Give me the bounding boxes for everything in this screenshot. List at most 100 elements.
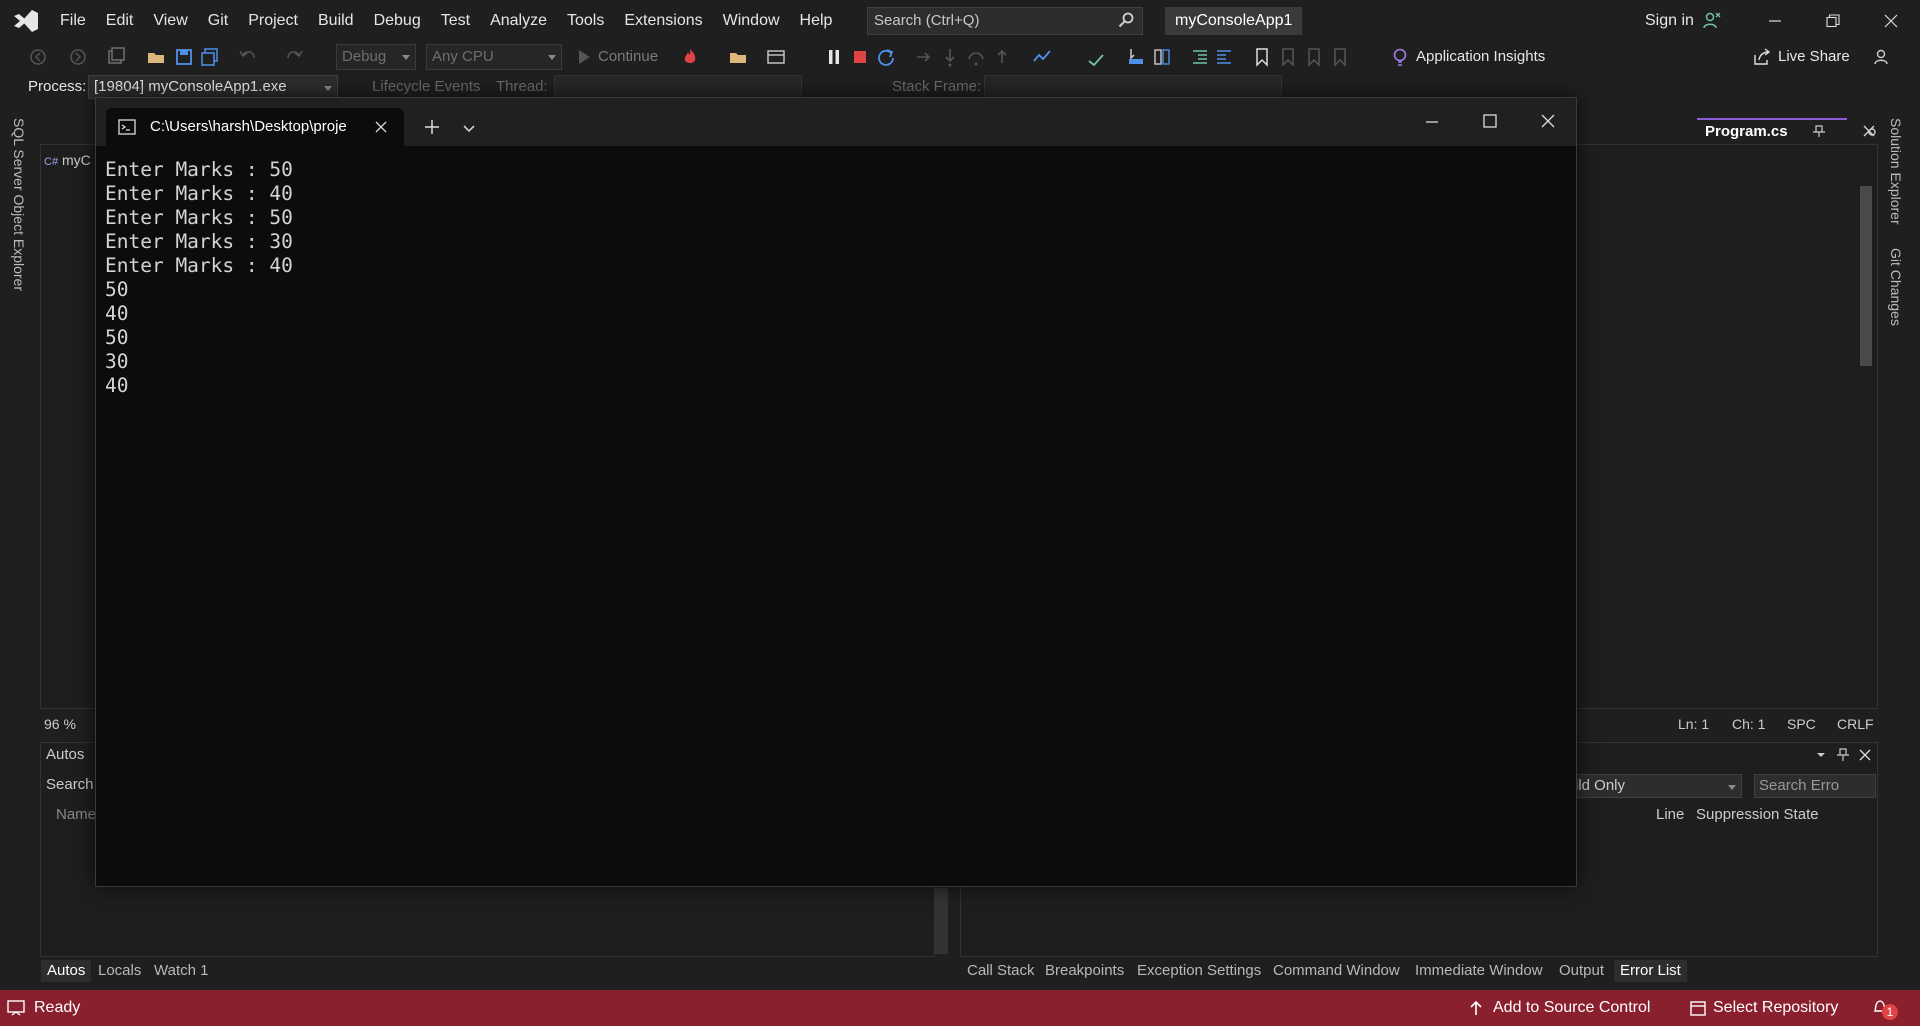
tab-exception-settings[interactable]: Exception Settings [1137,960,1261,982]
settings-gear-icon[interactable] [1864,124,1880,140]
navigate-forward-icon[interactable] [68,47,88,67]
outdent-icon[interactable] [1214,47,1234,67]
thread-select[interactable] [554,75,802,99]
undo-icon[interactable] [238,47,258,67]
terminal-minimize-icon[interactable] [1424,114,1440,130]
autos-search-label[interactable]: Search [46,776,94,793]
select-repository-button[interactable]: Select Repository [1713,990,1838,1026]
line-column-header[interactable]: Line [1656,806,1684,823]
pane-dropdown-icon[interactable] [1814,748,1828,762]
autos-name-column-header[interactable]: Name [56,806,96,823]
tab-dropdown-chevron-down-icon[interactable] [462,121,476,135]
layout-icon[interactable] [766,47,786,67]
solution-configuration-select[interactable]: Debug [336,44,416,70]
menu-test[interactable]: Test [431,0,480,42]
save-all-icon[interactable] [200,47,220,67]
process-select[interactable]: [19804] myConsoleApp1.exe [88,75,338,99]
search-input[interactable]: Search (Ctrl+Q) [867,7,1143,35]
stack-frame-select[interactable] [984,75,1282,99]
continue-button-label[interactable]: Continue [598,44,658,70]
menu-analyze[interactable]: Analyze [480,0,557,42]
tab-immediate-window[interactable]: Immediate Window [1415,960,1543,982]
menu-file[interactable]: File [50,0,96,42]
save-icon[interactable] [174,47,194,67]
autos-scrollbar[interactable] [934,888,948,954]
diagnostic-tools-icon[interactable] [1032,47,1052,67]
menu-build[interactable]: Build [308,0,364,42]
zoom-level[interactable]: 96 % [44,714,76,734]
break-all-pause-icon[interactable] [824,47,844,67]
tab-locals[interactable]: Locals [98,960,141,982]
show-next-statement-icon[interactable] [914,47,934,67]
navigate-back-icon[interactable] [28,47,48,67]
account-person-icon[interactable] [1702,11,1722,31]
step-out-icon[interactable] [992,47,1012,67]
close-button[interactable] [1862,0,1920,42]
menu-debug[interactable]: Debug [364,0,431,42]
git-changes-tab[interactable]: Git Changes [1888,248,1904,326]
tab-autos[interactable]: Autos [41,960,92,982]
menu-help[interactable]: Help [790,0,843,42]
sql-server-object-explorer-tab[interactable]: SQL Server Object Explorer [11,118,27,291]
solution-explorer-tab[interactable]: Solution Explorer [1888,118,1904,225]
terminal-maximize-icon[interactable] [1482,113,1498,129]
tab-error-list[interactable]: Error List [1614,960,1687,982]
lifecycle-events-dropdown[interactable]: Lifecycle Events [372,76,480,98]
tab-command-window[interactable]: Command Window [1273,960,1400,982]
menu-edit[interactable]: Edit [96,0,144,42]
pane-pin-icon[interactable] [1836,748,1850,762]
error-list-search-input[interactable]: Search Erro [1754,774,1876,798]
error-list-filter-select[interactable]: ild Only [1570,774,1742,798]
clear-bookmarks-icon[interactable] [1330,47,1350,67]
minimize-button[interactable] [1746,0,1804,42]
open-folder-toolbar-icon[interactable] [728,47,748,67]
bookmark-icon[interactable] [1252,47,1272,67]
feedback-person-icon[interactable] [1872,47,1892,67]
open-folder-icon[interactable] [146,47,166,67]
new-project-icon[interactable] [106,47,126,67]
terminal-tab-close-icon[interactable] [374,120,388,134]
toggle-cursor-icon[interactable] [1126,47,1146,67]
sign-in-link[interactable]: Sign in [1645,0,1694,42]
spell-check-icon[interactable] [1086,47,1106,67]
line-ending[interactable]: CRLF [1837,714,1874,734]
editor-vertical-scrollbar[interactable] [1860,186,1872,366]
tab-call-stack[interactable]: Call Stack [967,960,1035,982]
live-share-icon[interactable] [1752,47,1772,67]
menu-git[interactable]: Git [198,0,238,42]
redo-icon[interactable] [284,47,304,67]
whitespace-mode[interactable]: SPC [1787,714,1816,734]
solution-name-badge: myConsoleApp1 [1165,7,1303,35]
restart-icon[interactable] [876,47,896,67]
terminal-line: 50 [105,326,129,349]
previous-bookmark-icon[interactable] [1278,47,1298,67]
menu-project[interactable]: Project [238,0,308,42]
add-to-source-control-button[interactable]: Add to Source Control [1493,990,1650,1026]
restore-button[interactable] [1804,0,1862,42]
hot-reload-flame-icon[interactable] [680,47,700,67]
stop-debugging-icon[interactable] [850,47,870,67]
menu-tools[interactable]: Tools [557,0,614,42]
menu-view[interactable]: View [143,0,197,42]
pin-tab-icon[interactable] [1812,124,1826,138]
lightbulb-icon[interactable] [1390,47,1410,67]
application-insights-dropdown[interactable]: Application Insights [1416,44,1545,70]
menu-window[interactable]: Window [713,0,790,42]
visual-studio-logo-icon[interactable] [12,9,40,33]
tab-watch-1[interactable]: Watch 1 [154,960,208,982]
step-into-icon[interactable] [940,47,960,67]
code-map-icon[interactable] [1152,47,1172,67]
terminal-close-icon[interactable] [1540,113,1556,129]
solution-platform-select[interactable]: Any CPU [426,44,562,70]
step-over-icon[interactable] [966,47,986,67]
tab-breakpoints[interactable]: Breakpoints [1045,960,1124,982]
suppression-state-column-header[interactable]: Suppression State [1696,806,1819,823]
tab-output[interactable]: Output [1559,960,1604,982]
pane-close-icon[interactable] [1858,748,1872,762]
new-tab-plus-icon[interactable] [424,119,440,135]
next-bookmark-icon[interactable] [1304,47,1324,67]
live-share-button[interactable]: Live Share [1778,44,1850,70]
menu-extensions[interactable]: Extensions [614,0,712,42]
indent-icon[interactable] [1190,47,1210,67]
continue-play-icon[interactable] [574,47,594,67]
